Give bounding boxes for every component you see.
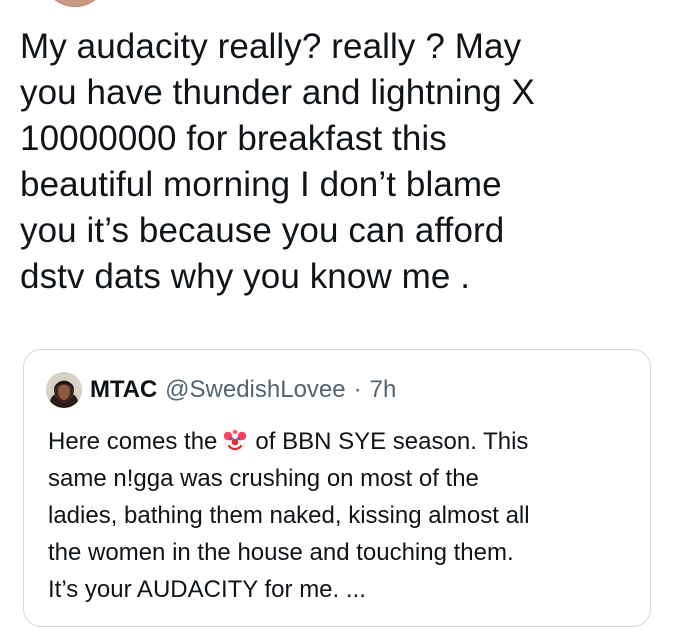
tweet-line: you have thunder and lightning X [20,73,535,112]
tweet-body: My audacity really? really ? May you hav… [20,24,630,300]
top-avatar-fragment [42,0,108,6]
quoted-tweet-line: It’s your AUDACITY for me. ... [48,576,366,603]
author-handle[interactable]: @SwedishLovee [165,376,345,404]
tweet-time[interactable]: 7h [370,376,397,404]
time-separator: · [353,376,362,403]
quoted-tweet-line: ladies, bathing them naked, kissing almo… [48,502,530,529]
quoted-tweet-header: MTAC @SwedishLovee · 7h [46,372,396,408]
quoted-tweet-text-segment: Here comes the [48,428,218,455]
tweet-line: you it’s because you can afford [20,211,505,250]
quoted-tweet-line: the women in the house and touching them… [48,539,514,566]
tweet-line: dstv dats why you know me . [20,257,471,296]
profile-avatar-icon[interactable] [46,372,82,408]
author-name[interactable]: MTAC [90,376,157,404]
quoted-tweet-line: same n!gga was crushing on most of the [48,465,479,492]
tweet-line: 10000000 for breakfast this [20,119,447,158]
tweet-line: My audacity really? really ? May [20,27,522,66]
quoted-tweet-line: Here comes the of BBN SYE season. This [48,423,638,460]
quoted-tweet-text-segment: of BBN SYE season. This [255,428,529,455]
clown-face-icon [221,426,249,454]
quoted-tweet-card[interactable]: MTAC @SwedishLovee · 7h Here comes the o… [23,349,651,627]
tweet-line: beautiful morning I don’t blame [20,165,502,204]
quoted-tweet-text: Here comes the of BBN SYE season. This s… [48,423,638,608]
